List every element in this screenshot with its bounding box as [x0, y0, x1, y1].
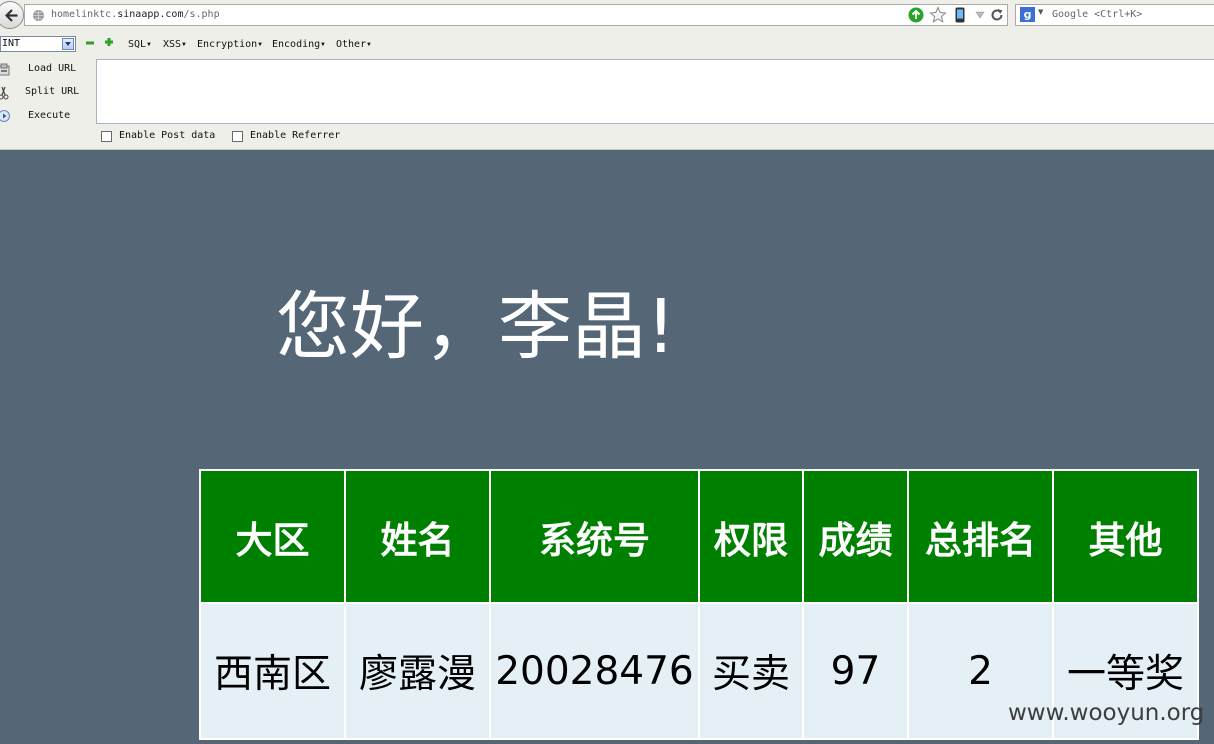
menu-encryption[interactable]: Encryption▼ [197, 39, 262, 50]
google-icon[interactable]: g [1020, 7, 1035, 22]
scissors-icon [0, 86, 9, 100]
menu-encryption-label: Encryption [197, 39, 258, 50]
mode-select-arrow[interactable] [62, 38, 74, 50]
load-url-button[interactable]: Load URL [0, 60, 96, 80]
mode-select-value: INT [2, 38, 21, 49]
back-arrow-icon [5, 9, 18, 22]
menu-other-label: Other [336, 39, 367, 50]
back-button[interactable] [0, 1, 24, 29]
search-input-placeholder[interactable]: Google <Ctrl+K> [1052, 9, 1142, 20]
bookmark-star-icon[interactable] [929, 6, 947, 24]
hackbar-toolbar: INT SQL▼ XSS▼ Encryption▼ Encoding▼ Othe… [0, 33, 1214, 55]
chevron-down-icon [65, 42, 71, 46]
play-icon [0, 110, 10, 122]
url-host-prefix: homelinktc. [51, 9, 118, 20]
menu-sql[interactable]: SQL▼ [128, 39, 151, 50]
execute-button[interactable]: Execute [0, 107, 96, 127]
header-system-id: 系统号 [489, 469, 700, 604]
url-path: /s.php [183, 9, 220, 20]
header-region: 大区 [199, 469, 346, 604]
cell-score: 97 [802, 602, 909, 740]
caret-down-icon: ▼ [147, 41, 151, 48]
caret-down-icon: ▼ [367, 41, 371, 48]
enable-post-data-checkbox[interactable] [101, 131, 112, 142]
caret-down-icon: ▼ [321, 41, 325, 48]
menu-xss[interactable]: XSS▼ [163, 39, 186, 50]
split-url-button[interactable]: Split URL [0, 83, 96, 103]
hackbar-url-textarea[interactable] [96, 59, 1214, 124]
menu-encoding-label: Encoding [272, 39, 321, 50]
caret-down-icon: ▼ [182, 41, 186, 48]
enable-referrer-label: Enable Referrer [250, 130, 341, 141]
search-bar[interactable]: g ▼ Google <Ctrl+K> [1015, 4, 1214, 26]
search-engine-caret-icon[interactable]: ▼ [1038, 8, 1043, 16]
go-icon[interactable] [908, 7, 924, 23]
browser-chrome: homelinktc.sinaapp.com/s.php g ▼ Google … [0, 0, 1214, 150]
caret-down-icon: ▼ [258, 41, 262, 48]
header-name: 姓名 [344, 469, 491, 604]
split-url-label: Split URL [25, 86, 80, 97]
globe-icon [33, 10, 44, 21]
enable-post-data-label: Enable Post data [119, 130, 216, 141]
load-url-icon [0, 63, 10, 76]
greeting-heading: 您好，李晶! [276, 284, 676, 370]
watermark: www.wooyun.org [1008, 700, 1205, 726]
url-text: homelinktc.sinaapp.com/s.php [51, 9, 220, 20]
mobile-device-icon[interactable] [955, 7, 965, 23]
navigation-bar: homelinktc.sinaapp.com/s.php g ▼ Google … [0, 0, 1214, 31]
header-permission: 权限 [698, 469, 804, 604]
execute-label: Execute [28, 110, 71, 121]
minus-icon[interactable] [85, 39, 95, 47]
header-score: 成绩 [802, 469, 909, 604]
address-bar[interactable]: homelinktc.sinaapp.com/s.php [24, 4, 1008, 26]
menu-sql-label: SQL [128, 39, 147, 50]
cell-name: 廖露漫 [344, 602, 491, 740]
mode-select[interactable]: INT [0, 36, 76, 52]
load-url-label: Load URL [28, 63, 77, 74]
reload-icon[interactable] [990, 8, 1004, 22]
cell-region: 西南区 [199, 602, 346, 740]
enable-referrer-checkbox[interactable] [232, 131, 243, 142]
table-header-row: 大区 姓名 系统号 权限 成绩 总排名 其他 [199, 469, 1199, 604]
header-other: 其他 [1052, 469, 1199, 604]
plus-icon[interactable] [104, 37, 114, 47]
cell-permission: 买卖 [698, 602, 804, 740]
menu-other[interactable]: Other▼ [336, 39, 371, 50]
header-total-rank: 总排名 [907, 469, 1054, 604]
menu-encoding[interactable]: Encoding▼ [272, 39, 325, 50]
menu-xss-label: XSS [163, 39, 182, 50]
history-dropdown-icon[interactable] [975, 11, 985, 19]
cell-system-id: 20028476 [489, 602, 700, 740]
url-host-domain: sinaapp.com [117, 9, 184, 20]
